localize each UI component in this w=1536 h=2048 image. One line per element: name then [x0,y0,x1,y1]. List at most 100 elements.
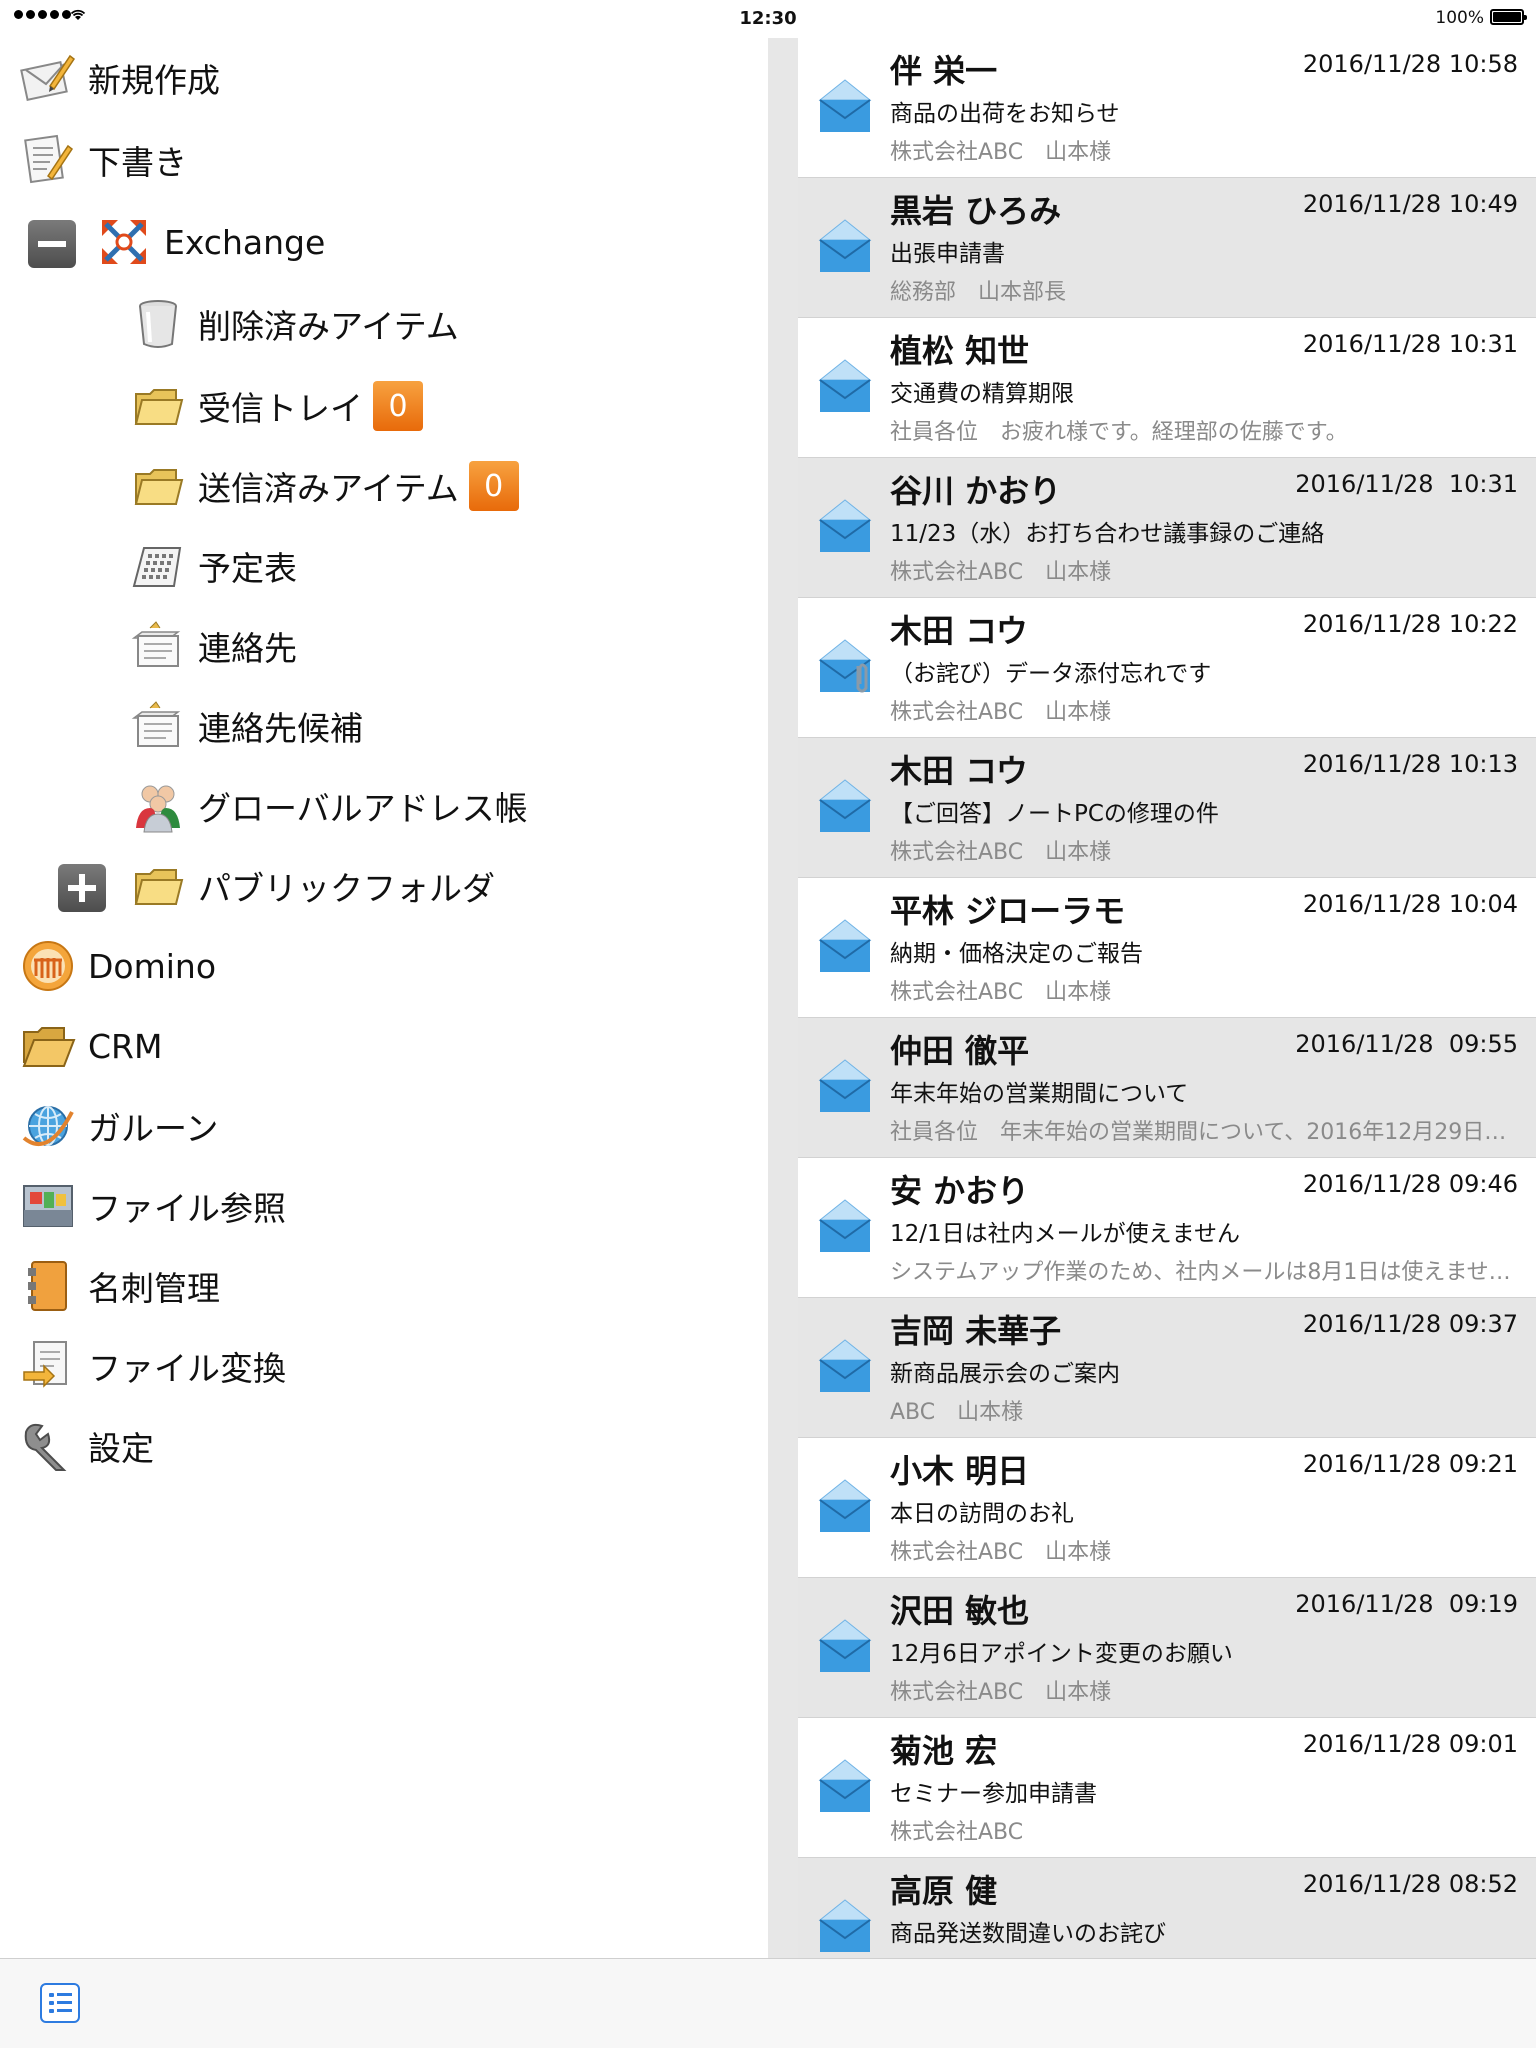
nav-label: ファイル参照 [88,1189,286,1228]
nav-new-mail[interactable]: 新規作成 [20,42,220,114]
nav-exchange[interactable]: Exchange [96,206,325,278]
mail-list-item[interactable]: 木田 コウ 2016/11/28 10:13 【ご回答】ノートPCの修理の件 株式会社… [798,738,1536,878]
globe-icon [22,1106,74,1146]
mail-sender: 植松 知世 [890,332,1030,370]
domino-icon [23,941,73,991]
expand-toggle[interactable] [58,864,106,912]
mail-date: 2016/11/28 10:31 [1302,330,1518,358]
folder-icon [134,869,184,905]
mail-list-item[interactable]: 植松 知世 2016/11/28 10:31 交通費の精算期限 社員各位 お疲れ様です… [798,318,1536,458]
business-card-icon [28,1261,67,1311]
unread-badge: 0 [468,461,519,511]
nav-label: ファイル変換 [88,1349,286,1388]
envelope-icon [818,499,872,552]
mail-list[interactable]: 伴 栄一 2016/11/28 10:58 商品の出荷をお知らせ 株式会社ABC 山本… [798,38,1536,1958]
nav-sent-items[interactable]: 送信済みアイテム 0 [130,450,519,522]
nav-label: 連絡先 [198,629,297,668]
mail-subject: 商品発送数間違いのお詫び [890,1921,1166,1947]
mail-subject: 年末年始の営業期間について [890,1081,1189,1107]
exchange-icon [102,220,146,264]
nav-garoon[interactable]: ガルーン [20,1090,218,1162]
nav-file-browser[interactable]: ファイル参照 [20,1170,286,1242]
mail-list-item[interactable]: 吉岡 未華子 2016/11/28 09:37 新商品展示会のご案内 ABC 山本様 [798,1298,1536,1438]
mail-sender: 小木 明日 [890,1452,1030,1490]
unread-badge: 0 [373,381,423,431]
mail-list-item[interactable]: 谷川 かおり 2016/11/28 10:31 11/23（水）お打ち合わせ議事録の… [798,458,1536,598]
envelope-icon [818,219,872,272]
file-browser-icon [23,1185,73,1227]
list-view-icon[interactable] [40,1983,80,2023]
mail-date: 2016/11/28 09:37 [1302,1310,1518,1338]
nav-label: 名刺管理 [88,1269,220,1308]
nav-contacts[interactable]: 連絡先 [130,610,297,682]
mail-sender: 安 かおり [890,1172,1030,1210]
mail-sender: 伴 栄一 [890,52,998,90]
mail-sender: 吉岡 未華子 [890,1312,1062,1350]
nav-suggested-contacts[interactable]: 連絡先候補 [130,690,363,762]
collapse-toggle[interactable] [28,220,76,268]
nav-label: グローバルアドレス帳 [198,789,528,828]
mail-preview: 社員各位 年末年始の営業期間について、2016年12月29日… [890,1120,1507,1145]
mail-sender: 高原 健 [890,1872,998,1910]
mail-sender: 平林 ジローラモ [890,892,1126,930]
envelope-icon [818,1199,872,1252]
status-time: 12:30 [739,8,797,29]
nav-domino[interactable]: Domino [20,930,216,1002]
nav-file-convert[interactable]: ファイル変換 [20,1330,286,1402]
mail-list-item[interactable]: 菊池 宏 2016/11/28 09:01 セミナー参加申請書 株式会社ABC [798,1718,1536,1858]
mail-date: 2016/11/28 09:19 [1295,1590,1518,1618]
mail-subject: （お詫び）データ添付忘れです [890,661,1212,687]
new-mail-icon [20,54,76,102]
nav-label: ガルーン [88,1109,219,1148]
mail-list-item[interactable]: 小木 明日 2016/11/28 09:21 本日の訪問のお礼 株式会社ABC 山本様 [798,1438,1536,1578]
nav-calendar[interactable]: 予定表 [130,530,297,602]
mail-date: 2016/11/28 09:01 [1302,1730,1518,1758]
nav-global-address-book[interactable]: グローバルアドレス帳 [130,770,528,842]
mail-list-item[interactable]: 平林 ジローラモ 2016/11/28 10:04 納期・価格決定のご報告 株式会社A… [798,878,1536,1018]
nav-label: 送信済みアイテム [198,469,459,508]
nav-label: 受信トレイ [198,389,363,428]
mail-sender: 木田 コウ [890,612,1028,650]
nav-public-folders[interactable]: パブリックフォルダ [130,850,495,922]
drafts-icon [24,134,74,184]
envelope-attachment-icon [818,639,872,693]
contacts-icon [131,701,181,747]
mail-list-item[interactable]: 安 かおり 2016/11/28 09:46 12/1日は社内メールが使えません シス… [798,1158,1536,1298]
mail-list-item[interactable]: 伴 栄一 2016/11/28 10:58 商品の出荷をお知らせ 株式会社ABC 山本… [798,38,1536,178]
nav-inbox[interactable]: 受信トレイ 0 [130,370,423,442]
battery-icon [1490,9,1527,25]
mail-date: 2016/11/28 09:46 [1302,1170,1518,1198]
mail-date: 2016/11/28 08:52 [1302,1870,1518,1898]
mail-sender: 谷川 かおり [890,472,1062,510]
mail-list-item[interactable]: 黒岩 ひろみ 2016/11/28 10:49 出張申請書 総務部 山本部長 [798,178,1536,318]
mail-list-item[interactable]: 木田 コウ 2016/11/28 10:22 （お詫び）データ添付忘れです 株式会社A… [798,598,1536,738]
mail-subject: 出張申請書 [890,241,1005,267]
nav-settings[interactable]: 設定 [20,1410,154,1482]
mail-sender: 沢田 敏也 [890,1592,1030,1630]
folder-navigation: 新規作成 下書き Exchange 削除済みアイテム 受信トレイ 0 送信済みア… [0,38,768,1958]
mail-sender: 黒岩 ひろみ [890,192,1062,230]
nav-label: 削除済みアイテム [198,307,459,346]
mail-preview: 株式会社ABC 山本様 [890,980,1112,1005]
nav-label: 連絡先候補 [198,709,363,748]
contacts-icon [131,621,181,667]
nav-business-cards[interactable]: 名刺管理 [20,1250,220,1322]
mail-preview: 総務部 山本部長 [890,280,1067,305]
nav-drafts[interactable]: 下書き [20,124,187,196]
envelope-icon [818,79,872,132]
mail-list-item[interactable]: 高原 健 2016/11/28 08:52 商品発送数間違いのお詫び [798,1858,1536,1958]
mail-list-item[interactable]: 仲田 徹平 2016/11/28 09:55 年末年始の営業期間について 社員各位 年… [798,1018,1536,1158]
calendar-icon [132,547,182,587]
nav-deleted-items[interactable]: 削除済みアイテム [130,288,459,360]
mail-subject: 12月6日アポイント変更のお願い [890,1641,1233,1667]
mail-sender: 仲田 徹平 [890,1032,1030,1070]
mail-preview: 株式会社ABC 山本様 [890,1540,1112,1565]
mail-subject: 新商品展示会のご案内 [890,1361,1120,1387]
open-folder-icon [22,1027,76,1067]
file-convert-icon [23,1341,67,1388]
mail-list-item[interactable]: 沢田 敏也 2016/11/28 09:19 12月6日アポイント変更のお願い 株式会… [798,1578,1536,1718]
nav-crm[interactable]: CRM [20,1010,162,1082]
mail-preview: 株式会社ABC 山本様 [890,700,1112,725]
mail-preview: 株式会社ABC 山本様 [890,140,1112,165]
split-divider[interactable] [768,38,798,1958]
